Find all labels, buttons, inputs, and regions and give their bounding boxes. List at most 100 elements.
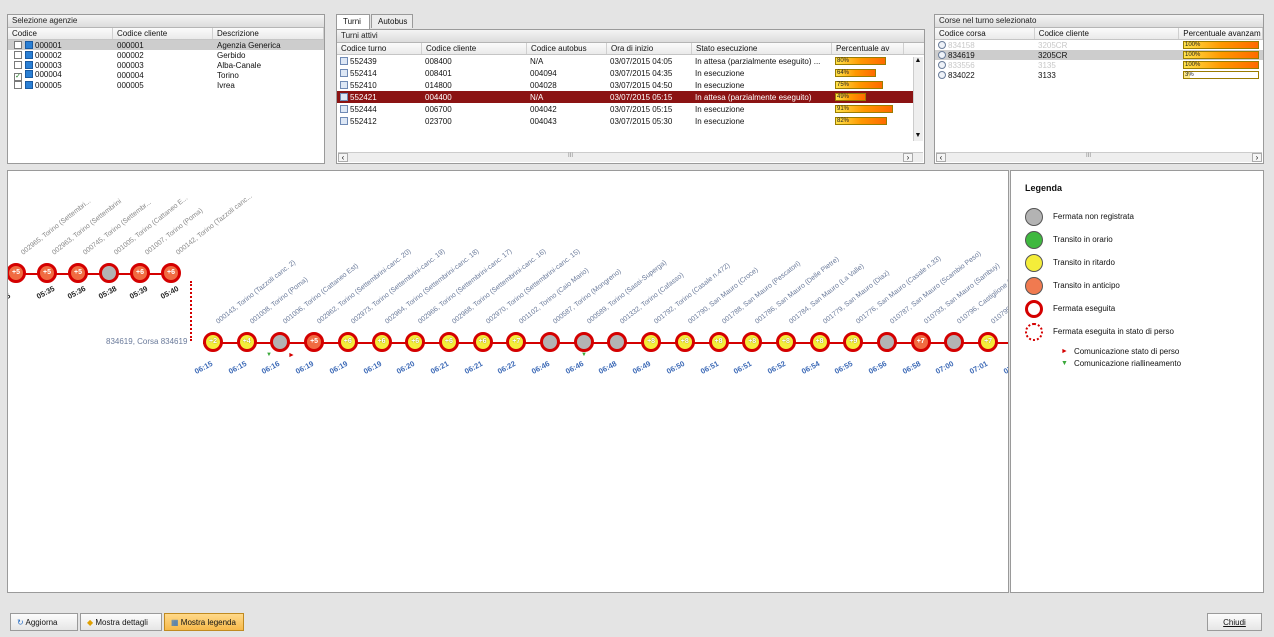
turno-code-cell: 552444 xyxy=(337,104,422,114)
show-legend-button[interactable]: ▦ Mostra legenda xyxy=(164,613,244,631)
table-row[interactable]: 000002 000002 Gerbido xyxy=(8,50,324,60)
close-button[interactable]: Chiudi xyxy=(1207,613,1262,631)
turno-client: 023700 xyxy=(425,116,452,126)
stop-time: 06:51 xyxy=(698,358,720,376)
stop-marker[interactable]: +9 xyxy=(843,332,864,352)
stop-time: 06:58 xyxy=(900,358,922,376)
stop-time: 06:52 xyxy=(765,358,788,376)
stop-marker[interactable]: +8 xyxy=(674,332,695,352)
col-percentuale[interactable]: Percentuale av xyxy=(832,43,904,54)
scroll-down-icon[interactable]: ▼ xyxy=(914,132,922,141)
stop-marker[interactable] xyxy=(877,332,897,352)
stop-marker[interactable]: +6 xyxy=(405,332,426,352)
stop-marker[interactable]: +7 xyxy=(910,332,931,352)
table-row[interactable]: 834022 3133 3% xyxy=(935,70,1263,80)
table-row[interactable]: 552410 014800 004028 03/07/2015 04:50 In ese… xyxy=(337,79,915,91)
agency-checkbox[interactable] xyxy=(14,50,22,59)
stop-marker[interactable]: +5 xyxy=(8,263,26,283)
col-codice-turno[interactable]: Codice turno xyxy=(337,43,422,54)
turni-vscrollbar[interactable]: ▲ ▼ xyxy=(913,57,923,141)
stop-label: 001007, Torino (Poma) xyxy=(144,207,205,257)
table-row[interactable]: 834619 3205CR 100% xyxy=(935,50,1263,60)
scroll-right-icon[interactable]: › xyxy=(1252,153,1262,162)
stop-marker[interactable]: +6 xyxy=(472,332,493,352)
col-codice-autobus[interactable]: Codice autobus xyxy=(527,43,607,54)
legend-swatch-icon xyxy=(1025,230,1043,249)
table-row[interactable]: 000001 000001 Agenzia Generica xyxy=(8,40,324,50)
col-codice-cliente[interactable]: Codice cliente xyxy=(1035,28,1180,39)
stop-marker[interactable]: +8 xyxy=(809,332,830,352)
stop-time: 06:46 xyxy=(530,358,552,376)
stop-marker[interactable]: +2 xyxy=(203,332,223,352)
trip-diagram[interactable]: +5 002965, Torino (Settembri... 5 +5 002963,… xyxy=(7,170,1009,593)
col-ora-inizio[interactable]: Ora di inizio xyxy=(607,43,692,54)
col-descrizione[interactable]: Descrizione xyxy=(213,28,324,39)
agency-checkbox[interactable]: ✓ xyxy=(14,72,22,81)
corsa-code: 834022 xyxy=(948,70,975,80)
col-codice-corsa[interactable]: Codice corsa xyxy=(935,28,1035,39)
stop-marker[interactable]: +4 xyxy=(236,332,257,352)
scroll-left-icon[interactable]: ‹ xyxy=(936,153,946,162)
table-row[interactable]: 000005 000005 Ivrea xyxy=(8,80,324,90)
stop-marker[interactable] xyxy=(99,263,119,283)
legend-label: Fermata eseguita xyxy=(1053,304,1116,313)
col-percentuale[interactable]: Percentuale avanzam xyxy=(1179,28,1263,39)
tab-autobus[interactable]: Autobus xyxy=(371,14,413,28)
tab-turni[interactable]: Turni xyxy=(336,14,370,29)
corse-hscrollbar[interactable]: ‹ III › xyxy=(936,152,1262,162)
scroll-right-icon[interactable]: › xyxy=(903,153,913,162)
turno-start: 03/07/2015 05:15 xyxy=(610,92,673,102)
stop-marker[interactable]: +5 xyxy=(37,263,57,283)
refresh-button[interactable]: ↻ Aggiorna xyxy=(10,613,78,631)
stop-marker[interactable]: +5 xyxy=(304,332,325,352)
agency-checkbox[interactable] xyxy=(14,60,22,69)
table-row[interactable]: 552444 006700 004042 03/07/2015 05:15 In ese… xyxy=(337,103,915,115)
stop-marker[interactable]: +6 xyxy=(371,332,392,352)
scroll-up-icon[interactable]: ▲ xyxy=(914,57,922,66)
table-row[interactable]: 000003 000003 Alba-Canale xyxy=(8,60,324,70)
stop-time: 06:49 xyxy=(631,358,653,376)
stop-marker[interactable] xyxy=(573,332,594,352)
table-row[interactable]: 834158 3205CR 100% xyxy=(935,40,1263,50)
stop-marker[interactable]: +8 xyxy=(708,332,729,352)
stop-marker[interactable] xyxy=(270,332,291,352)
scroll-grip[interactable]: III xyxy=(568,153,573,159)
progress-bar: 91% xyxy=(835,105,894,113)
stop-marker[interactable]: +6 xyxy=(161,263,181,283)
realign-icon: ▼ xyxy=(266,352,272,358)
turno-state: In esecuzione xyxy=(695,116,745,126)
table-row[interactable]: 552439 008400 N/A 03/07/2015 04:05 In attesa… xyxy=(337,55,915,67)
stop-marker[interactable]: +8 xyxy=(742,332,763,352)
agency-checkbox[interactable] xyxy=(14,80,22,89)
stop-marker[interactable]: +8 xyxy=(641,332,662,352)
turni-hscrollbar[interactable]: ‹ III › xyxy=(338,152,923,162)
stop-marker[interactable]: +7 xyxy=(506,332,527,352)
stop-marker[interactable] xyxy=(944,332,965,352)
stop-marker[interactable] xyxy=(540,332,560,352)
table-row[interactable]: 833556 3135 100% xyxy=(935,60,1263,70)
turno-bus: N/A xyxy=(530,92,544,102)
stop-marker[interactable]: +5 xyxy=(68,263,88,283)
stop-marker[interactable]: +6 xyxy=(130,263,150,283)
stop-marker[interactable] xyxy=(607,332,628,352)
col-codice-cliente[interactable]: Codice cliente xyxy=(422,43,527,54)
corsa-code-cell: 834022 xyxy=(935,70,1035,80)
corsa-progress: 3% xyxy=(1180,71,1262,79)
col-stato-esecuzione[interactable]: Stato esecuzione xyxy=(692,43,832,54)
table-row[interactable]: 552414 008401 004094 03/07/2015 04:35 In ese… xyxy=(337,67,915,79)
corsa-progress: 100% xyxy=(1180,61,1262,69)
show-details-button[interactable]: ◆ Mostra dettagli xyxy=(80,613,162,631)
stop-marker[interactable]: +8 xyxy=(775,332,796,352)
scroll-grip[interactable]: III xyxy=(1086,153,1091,159)
agency-checkbox[interactable] xyxy=(14,40,22,49)
table-row[interactable]: 552421 004400 N/A 03/07/2015 05:15 In attesa… xyxy=(337,91,915,103)
table-row[interactable]: 552412 023700 004043 03/07/2015 05:30 In ese… xyxy=(337,115,915,127)
scroll-left-icon[interactable]: ‹ xyxy=(338,153,348,162)
turno-progress: 82% xyxy=(832,117,902,125)
stop-marker[interactable]: +7 xyxy=(978,332,999,352)
col-codice[interactable]: Codice xyxy=(8,28,113,39)
stop-marker[interactable]: +6 xyxy=(337,332,358,352)
col-codice-cliente[interactable]: Codice cliente xyxy=(113,28,213,39)
table-row[interactable]: ✓ 000004 000004 Torino xyxy=(8,69,324,81)
stop-marker[interactable]: +6 xyxy=(438,332,459,352)
